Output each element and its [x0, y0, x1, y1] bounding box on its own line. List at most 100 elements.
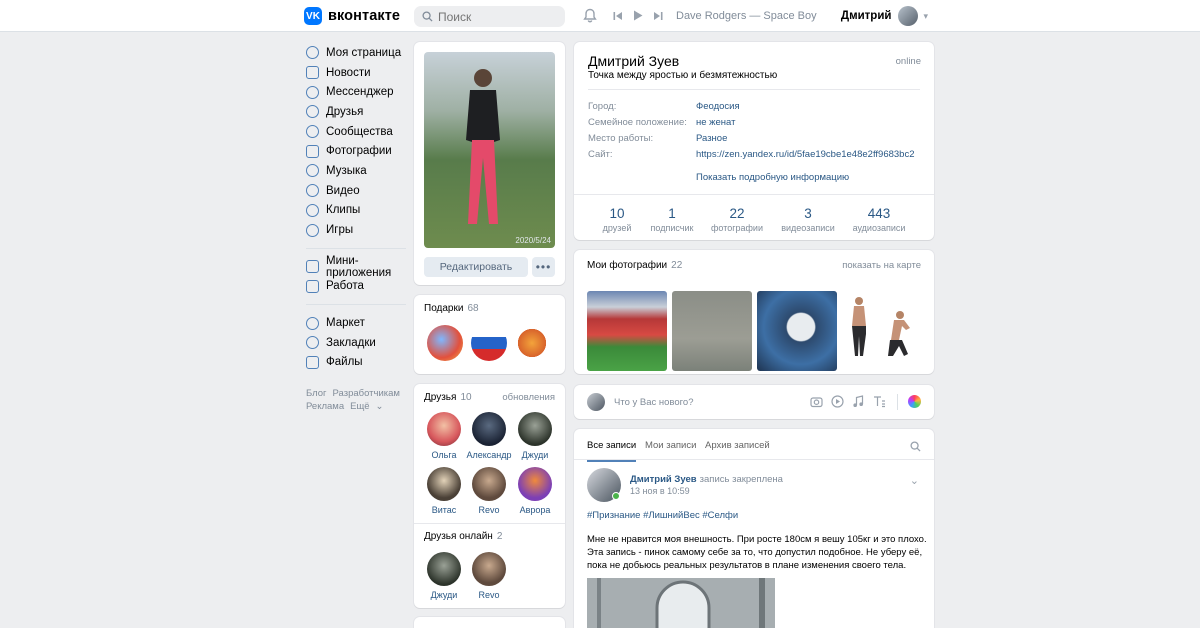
audio-player	[613, 10, 663, 21]
friend-online-name[interactable]: Revo	[459, 590, 519, 600]
info-value-relationship[interactable]: не женат	[696, 117, 735, 128]
nav-footer-links: Блог Разработчикам Реклама Ещё ⌄	[306, 387, 406, 413]
previous-track-icon[interactable]	[613, 11, 623, 21]
stat-number: 3	[804, 206, 812, 221]
nav-item-label: Сообщества	[326, 125, 393, 138]
stories-icon[interactable]	[908, 395, 921, 408]
stat-videos[interactable]: 3 видеозаписи	[773, 206, 843, 233]
footer-link-more[interactable]: Ещё	[350, 401, 369, 412]
photo-thumb-landscape[interactable]	[672, 291, 752, 371]
stat-audio[interactable]: 443 аудиозаписи	[844, 206, 914, 233]
search-box[interactable]	[414, 6, 565, 27]
photo-thumb-spacecraft[interactable]	[757, 291, 837, 371]
chevron-down-icon: ⌄	[375, 401, 384, 413]
footer-link-blog[interactable]: Блог	[306, 388, 327, 399]
footer-link-ads[interactable]: Реклама	[306, 401, 344, 412]
article-icon[interactable]	[873, 395, 886, 408]
stat-photos[interactable]: 22 фотографии	[702, 206, 772, 233]
footer-link-developers[interactable]: Разработчикам	[333, 388, 400, 399]
post-author[interactable]: Дмитрий Зуев запись закреплена	[630, 474, 783, 485]
video-icon[interactable]	[831, 395, 844, 408]
info-label-relationship: Семейное положение:	[588, 117, 687, 128]
market-icon	[306, 316, 319, 330]
music-icon[interactable]	[852, 395, 865, 408]
friend-avatar[interactable]	[472, 412, 506, 446]
nav-item-my-page[interactable]: Моя страница	[306, 43, 406, 63]
gift-ribbon-icon[interactable]	[514, 325, 550, 361]
tab-archive[interactable]: Архив записей	[705, 440, 770, 451]
my-photos-title: Мои фотографии	[587, 260, 668, 271]
post-hashtags[interactable]: #Признание #ЛишнийВес #Селфи	[587, 510, 738, 521]
nav-item-mini-apps[interactable]: Мини-приложения	[306, 255, 406, 279]
nav-item-market[interactable]: Маркет	[306, 313, 406, 333]
search-input[interactable]	[438, 9, 558, 24]
online-indicator: online	[895, 56, 921, 67]
nav-item-video[interactable]: Видео	[306, 181, 406, 201]
post-date[interactable]: 13 ноя в 10:59	[630, 486, 690, 496]
friend-avatar[interactable]	[427, 412, 461, 446]
nav-item-bookmarks[interactable]: Закладки	[306, 333, 406, 353]
edit-profile-button[interactable]: Редактировать	[424, 257, 528, 277]
composer-placeholder[interactable]: Что у Вас нового?	[614, 397, 693, 408]
bookmark-icon	[306, 336, 319, 350]
user-menu[interactable]: Дмитрий ▾	[841, 6, 928, 26]
friend-name[interactable]: Аврора	[505, 505, 565, 515]
my-photos-header[interactable]: Мои фотографии 22	[587, 260, 682, 271]
post-composer[interactable]: Что у Вас нового?	[574, 385, 934, 419]
chevron-down-icon[interactable]: ⌄	[910, 474, 919, 487]
stat-followers[interactable]: 1 подписчик	[637, 206, 707, 233]
friend-online-avatar[interactable]	[472, 552, 506, 586]
friend-avatar[interactable]	[427, 467, 461, 501]
notifications-bell-icon[interactable]	[583, 8, 597, 23]
user-name: Дмитрий	[840, 10, 892, 22]
photo-thumb-stadium[interactable]	[587, 291, 667, 371]
play-icon[interactable]	[633, 10, 643, 21]
post-image[interactable]	[587, 578, 775, 628]
next-track-icon[interactable]	[653, 11, 663, 21]
logo-text: вконтакте	[328, 8, 401, 24]
profile-photo[interactable]: 2020/5/24	[424, 52, 555, 248]
info-value-site[interactable]: https://zen.yandex.ru/id/5fae19cbe1e48e2…	[696, 149, 915, 160]
friend-name[interactable]: Джуди	[505, 450, 565, 460]
nav-item-files[interactable]: Файлы	[306, 353, 406, 373]
nav-item-friends[interactable]: Друзья	[306, 102, 406, 122]
friend-avatar[interactable]	[472, 467, 506, 501]
nav-item-clips[interactable]: Клипы	[306, 201, 406, 221]
camera-icon[interactable]	[810, 395, 823, 408]
friends-online-header[interactable]: Друзья онлайн 2	[424, 531, 502, 542]
search-icon	[422, 11, 433, 22]
friends-icon	[306, 105, 319, 119]
nav-item-work[interactable]: Работа	[306, 277, 406, 297]
avatar	[898, 6, 919, 26]
now-playing-track[interactable]: Dave Rodgers — Space Boy	[676, 10, 817, 22]
nav-item-photos[interactable]: Фотографии	[306, 141, 406, 161]
nav-item-games[interactable]: Игры	[306, 220, 406, 240]
friend-avatar[interactable]	[518, 412, 552, 446]
nav-item-music[interactable]: Музыка	[306, 161, 406, 181]
more-actions-button[interactable]: •••	[532, 257, 555, 277]
gifts-header[interactable]: Подарки 68	[424, 303, 479, 314]
vk-logo[interactable]: VK вконтакте	[304, 7, 400, 25]
tab-my-posts[interactable]: Мои записи	[645, 440, 696, 451]
search-icon[interactable]	[910, 441, 921, 452]
work-icon	[306, 279, 319, 293]
info-value-work[interactable]: Разное	[696, 133, 727, 144]
friends-updates-link[interactable]: обновления	[502, 392, 555, 403]
nav-item-label: Клипы	[326, 204, 361, 217]
nav-item-messenger[interactable]: Мессенджер	[306, 82, 406, 102]
gift-flag-heart-icon[interactable]	[471, 325, 507, 361]
friends-header[interactable]: Друзья 10	[424, 392, 472, 403]
gift-box-icon[interactable]	[427, 325, 463, 361]
gifts-card: Подарки 68	[414, 295, 565, 374]
photo-thumb-exercise[interactable]	[842, 291, 922, 371]
friend-online-avatar[interactable]	[427, 552, 461, 586]
nav-item-news[interactable]: Новости	[306, 63, 406, 83]
profile-status[interactable]: Точка между яростью и безмятежностью	[588, 70, 777, 81]
nav-item-label: Фотографии	[326, 145, 392, 158]
left-navigation: Моя страница Новости Мессенджер Друзья С…	[306, 43, 406, 413]
nav-item-groups[interactable]: Сообщества	[306, 122, 406, 142]
show-more-info-link[interactable]: Показать подробную информацию	[696, 172, 849, 183]
info-value-city[interactable]: Феодосия	[696, 101, 740, 112]
show-on-map-link[interactable]: показать на карте	[842, 260, 921, 271]
friend-avatar[interactable]	[518, 467, 552, 501]
